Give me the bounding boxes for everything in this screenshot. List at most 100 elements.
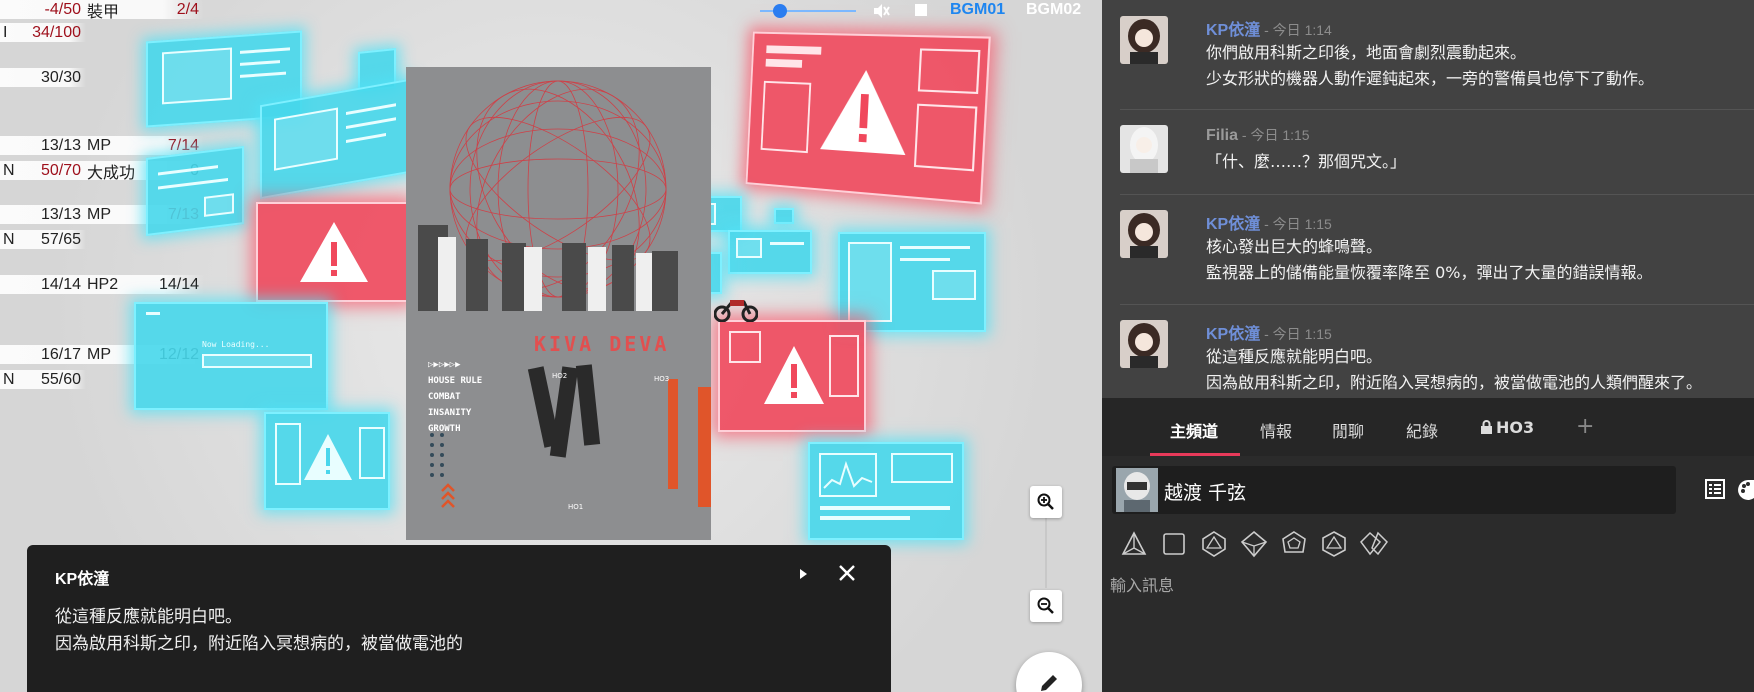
add-tab-button[interactable]: + bbox=[1576, 414, 1594, 439]
d8-icon[interactable] bbox=[1200, 530, 1228, 558]
chat-panel: KP依潼 - 今日 1:14 你們啟用科斯之印後，地面會劇烈震動起來。 少女形狀的機… bbox=[1102, 0, 1754, 692]
poster-label: HO3 bbox=[654, 375, 670, 383]
poster-label: HO1 bbox=[568, 503, 584, 511]
message-header: KP依潼 - 今日 1:15 bbox=[1206, 210, 1332, 234]
timestamp: - 今日 1:15 bbox=[1238, 127, 1310, 143]
dialog-text: 從這種反應就能明白吧。 因為啟用科斯之印，附近陷入冥想病的，被當做電池的 bbox=[55, 604, 463, 658]
d20-icon[interactable] bbox=[1320, 530, 1348, 558]
status-value: 14/14 bbox=[40, 275, 81, 293]
dialog-speaker: KP依潼 bbox=[55, 571, 110, 588]
warning-icon bbox=[300, 222, 368, 282]
status-row: I 34/100 bbox=[0, 23, 86, 42]
sender-name[interactable]: KP依潼 bbox=[1206, 326, 1260, 343]
status-value: 13/13 bbox=[40, 205, 81, 223]
message-composer: 越渡 千弦 bbox=[1102, 456, 1754, 692]
zoom-in-button[interactable] bbox=[1030, 486, 1062, 518]
message-input[interactable] bbox=[1110, 570, 1746, 600]
message-divider bbox=[1120, 109, 1754, 110]
status-label: MP bbox=[87, 205, 111, 223]
message-line: 因為啟用科斯之印，附近陷入冥想病的，被當做電池的人類們醒來了。 bbox=[1206, 373, 1703, 392]
close-icon[interactable] bbox=[837, 563, 857, 583]
timestamp: - 今日 1:14 bbox=[1260, 22, 1332, 38]
tab-chat[interactable]: 閒聊 bbox=[1332, 418, 1364, 442]
warning-icon bbox=[729, 331, 859, 404]
poster-menu-item: ▷▶▷▶▷▶ bbox=[428, 360, 461, 370]
sender-name[interactable]: KP依潼 bbox=[1206, 216, 1260, 233]
sender-name[interactable]: KP依潼 bbox=[1206, 22, 1260, 39]
avatar[interactable] bbox=[1120, 16, 1168, 64]
avatar[interactable] bbox=[1120, 210, 1168, 258]
sphere-illustration bbox=[418, 80, 678, 508]
warning-icon bbox=[275, 423, 385, 485]
status-label: 裝甲 bbox=[87, 3, 120, 21]
stop-icon[interactable] bbox=[915, 4, 927, 16]
status-label: MP bbox=[87, 136, 111, 154]
loading-panel: Now Loading... bbox=[134, 302, 328, 410]
d100-icon[interactable] bbox=[1360, 530, 1388, 558]
zoom-out-button[interactable] bbox=[1030, 590, 1062, 622]
play-next-icon[interactable] bbox=[797, 567, 809, 581]
status-row: 13/13 MP 7/14 bbox=[0, 136, 204, 155]
message-line: 核心發出巨大的蜂鳴聲。 bbox=[1206, 237, 1383, 256]
zoom-slider-track[interactable] bbox=[1045, 518, 1047, 588]
message-divider bbox=[1120, 304, 1754, 305]
chat-log[interactable]: KP依潼 - 今日 1:14 你們啟用科斯之印後，地面會劇烈震動起來。 少女形狀的機… bbox=[1102, 0, 1754, 398]
bgm-bar: BGM01 BGM02 bbox=[760, 0, 1090, 22]
tab-log[interactable]: 紀錄 bbox=[1406, 418, 1438, 442]
d4-icon[interactable] bbox=[1120, 530, 1148, 558]
bgm02-button[interactable]: BGM02 bbox=[1026, 1, 1081, 19]
status-label: N bbox=[3, 230, 15, 248]
list-icon[interactable] bbox=[1704, 478, 1726, 500]
d10-icon[interactable] bbox=[1240, 530, 1268, 558]
volume-slider-knob[interactable] bbox=[772, 4, 787, 18]
status-value: 57/65 bbox=[40, 230, 81, 248]
status-value: 30/30 bbox=[40, 68, 81, 86]
sender-name[interactable]: Filia bbox=[1206, 127, 1238, 144]
tab-main[interactable]: 主頻道 bbox=[1170, 418, 1218, 442]
motorcycle-token[interactable] bbox=[714, 294, 758, 322]
poster-menu-item: HOUSE RULE bbox=[428, 376, 483, 386]
timestamp: - 今日 1:15 bbox=[1260, 326, 1332, 342]
tab-ho3-label: HO3 bbox=[1496, 418, 1535, 437]
tab-info[interactable]: 情報 bbox=[1260, 418, 1292, 442]
status-row: 14/14 HP2 14/14 bbox=[0, 275, 204, 294]
poster-menu-item: COMBAT bbox=[428, 392, 461, 402]
character-selector[interactable]: 越渡 千弦 bbox=[1112, 466, 1676, 514]
message-line: 監視器上的儲備能量恢覆率降至 0%，彈出了大量的錯誤情報。 bbox=[1206, 263, 1653, 282]
holo-panel bbox=[838, 232, 986, 332]
lock-icon bbox=[1481, 420, 1492, 434]
status-label bbox=[0, 345, 10, 364]
warning-panel bbox=[256, 202, 408, 302]
status-value: 13/13 bbox=[40, 136, 81, 154]
status-label bbox=[0, 0, 10, 19]
message-line: 少女形狀的機器人動作遲鈍起來，一旁的警備員也停下了動作。 bbox=[1206, 69, 1655, 88]
dialog-line: 從這種反應就能明白吧。 bbox=[55, 607, 242, 627]
avatar[interactable] bbox=[1120, 320, 1168, 368]
warning-panel bbox=[745, 31, 991, 205]
status-value: 55/60 bbox=[40, 370, 81, 388]
d6-icon[interactable] bbox=[1160, 530, 1188, 558]
bgm01-button[interactable]: BGM01 bbox=[950, 1, 1005, 19]
status-row: -4/50 裝甲 2/4 bbox=[0, 0, 204, 21]
avatar[interactable] bbox=[1120, 125, 1168, 173]
message-text: 核心發出巨大的蜂鳴聲。監視器上的儲備能量恢覆率降至 0%，彈出了大量的錯誤情報。 bbox=[1206, 234, 1652, 286]
poster-title: KIVA DEVA bbox=[534, 332, 670, 356]
zoom-out-icon bbox=[1037, 597, 1054, 614]
edit-button[interactable] bbox=[1016, 652, 1082, 692]
scenario-poster: KIVA DEVA ▷▶▷▶▷▶ HOUSE RULE COMBAT INSAN… bbox=[406, 67, 711, 540]
palette-icon[interactable] bbox=[1738, 478, 1754, 500]
message-header: KP依潼 - 今日 1:15 bbox=[1206, 320, 1332, 344]
volume-off-icon[interactable] bbox=[872, 2, 890, 20]
status-label: N bbox=[3, 161, 15, 179]
holo-panel bbox=[728, 230, 812, 274]
status-value: 16/17 bbox=[40, 345, 81, 363]
chart-panel bbox=[808, 442, 964, 540]
d12-icon[interactable] bbox=[1280, 530, 1308, 558]
message-line: 「什、麼……？那個咒文。」 bbox=[1206, 152, 1407, 171]
tab-ho3[interactable]: HO3 bbox=[1480, 418, 1534, 437]
message-dialog: KP依潼 從這種反應就能明白吧。 因為啟用科斯之印，附近陷入冥想病的，被當做電池… bbox=[27, 545, 891, 692]
status-row: 30/30 bbox=[0, 68, 86, 87]
status-label bbox=[0, 68, 10, 87]
line-graph-icon bbox=[819, 453, 953, 520]
message-header: Filia - 今日 1:15 bbox=[1206, 125, 1310, 145]
